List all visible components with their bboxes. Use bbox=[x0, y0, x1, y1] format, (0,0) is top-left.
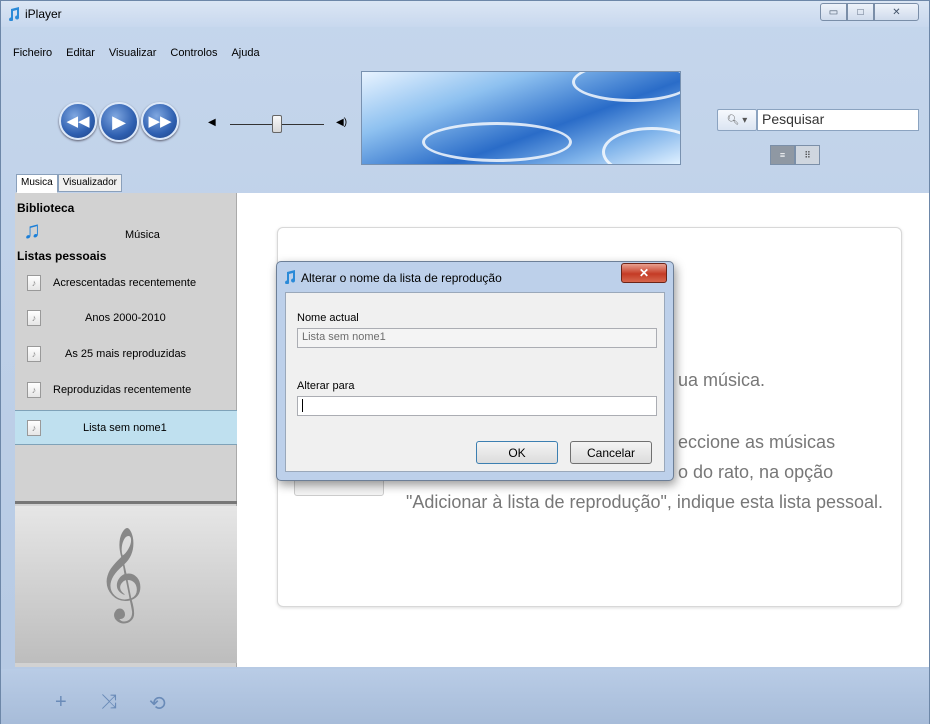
previous-button[interactable]: ◀◀ bbox=[59, 102, 97, 140]
dialog-close-button[interactable]: ✕ bbox=[621, 263, 667, 283]
search-icon: 🔍︎ ▾ bbox=[726, 114, 748, 126]
hint-line-4: "Adicionar à lista de reprodução", indiq… bbox=[406, 492, 884, 512]
play-button[interactable]: ▶ bbox=[99, 102, 139, 142]
maximize-icon: □ bbox=[857, 6, 864, 18]
playlist-label: Reproduzidas recentemente bbox=[53, 384, 192, 396]
music-note-icon: ♫ bbox=[23, 217, 41, 244]
menu-editar[interactable]: Editar bbox=[66, 47, 95, 59]
volume-slider-thumb[interactable] bbox=[272, 115, 282, 133]
playlist-item[interactable]: ♪ Anos 2000-2010 bbox=[15, 301, 237, 336]
volume-high-icon: ◀) bbox=[336, 117, 348, 128]
hint-line-3: o do rato, na opção bbox=[678, 462, 834, 482]
volume-low-icon: ◀ bbox=[208, 117, 216, 128]
menu-visualizar[interactable]: Visualizar bbox=[109, 47, 157, 59]
playlist-icon: ♪ bbox=[27, 346, 41, 362]
tab-strip: Musica Visualizador bbox=[16, 174, 122, 193]
dialog-title: Alterar o nome da lista de reprodução bbox=[301, 271, 502, 285]
playlist-item-selected[interactable]: ♪ Lista sem nome1 bbox=[15, 410, 237, 445]
playlist-item[interactable]: ♪ Reproduzidas recentemente bbox=[15, 373, 237, 408]
hint-line-2: eccione as músicas bbox=[678, 432, 836, 452]
rewind-icon: ◀◀ bbox=[66, 113, 90, 130]
playlist-label: Anos 2000-2010 bbox=[85, 312, 166, 324]
list-icon: ≡ bbox=[779, 150, 786, 160]
playlist-label: Acrescentadas recentemente bbox=[53, 277, 197, 289]
minimize-icon: ▭ bbox=[828, 6, 839, 18]
search-box: 🔍︎ ▾ Pesquisar bbox=[717, 109, 919, 131]
close-icon: ✕ bbox=[638, 266, 650, 280]
new-name-label: Alterar para bbox=[297, 380, 355, 392]
close-icon: ✕ bbox=[892, 6, 901, 18]
add-icon[interactable]: + bbox=[55, 691, 67, 714]
playlist-icon: ♪ bbox=[27, 382, 41, 398]
search-options-button[interactable]: 🔍︎ ▾ bbox=[717, 109, 757, 131]
playlist-icon: ♪ bbox=[27, 275, 41, 291]
search-input[interactable]: Pesquisar bbox=[757, 109, 919, 131]
next-button[interactable]: ▶▶ bbox=[141, 102, 179, 140]
fast-forward-icon: ▶▶ bbox=[148, 113, 172, 130]
playlist-icon: ♪ bbox=[27, 420, 41, 436]
grid-view-button[interactable]: ⠿ bbox=[795, 145, 820, 165]
bottom-toolbar: + ⤨ ⟲ bbox=[1, 669, 929, 724]
current-name-label: Nome actual bbox=[297, 312, 359, 324]
clef-panel: 𝄞 bbox=[15, 506, 237, 663]
visualizer-banner bbox=[361, 71, 681, 165]
view-toggle: ≡ ⠿ bbox=[770, 145, 820, 165]
list-view-button[interactable]: ≡ bbox=[770, 145, 795, 165]
library-header: Biblioteca bbox=[17, 201, 75, 215]
rename-playlist-dialog: Alterar o nome da lista de reprodução ✕ … bbox=[276, 261, 674, 481]
playlists-header: Listas pessoais bbox=[17, 249, 107, 263]
sidebar-divider bbox=[15, 501, 237, 504]
close-button[interactable]: ✕ bbox=[874, 3, 919, 21]
maximize-button[interactable]: □ bbox=[847, 3, 874, 21]
volume-control: ◀ ◀) bbox=[208, 113, 348, 133]
tab-musica[interactable]: Musica bbox=[16, 174, 58, 193]
music-note-icon bbox=[9, 7, 20, 21]
disc-graphic bbox=[602, 127, 680, 164]
playlist-item[interactable]: ♪ Acrescentadas recentemente bbox=[15, 266, 237, 301]
menu-controlos[interactable]: Controlos bbox=[170, 47, 217, 59]
sidebar-item-musica[interactable]: ♫ Música bbox=[15, 217, 237, 247]
new-name-input[interactable] bbox=[297, 396, 657, 416]
sidebar-item-label: Música bbox=[125, 229, 160, 241]
menu-ajuda[interactable]: Ajuda bbox=[231, 47, 259, 59]
music-note-icon bbox=[285, 270, 296, 284]
shuffle-icon[interactable]: ⤨ bbox=[101, 691, 117, 714]
window-title: iPlayer bbox=[25, 7, 62, 21]
hint-line-1: ua música. bbox=[678, 370, 766, 390]
playlist-icon: ♪ bbox=[27, 310, 41, 326]
ok-button[interactable]: OK bbox=[476, 441, 558, 464]
cancel-button[interactable]: Cancelar bbox=[570, 441, 652, 464]
minimize-button[interactable]: ▭ bbox=[820, 3, 847, 21]
playlist-label: As 25 mais reproduzidas bbox=[65, 348, 187, 360]
menu-bar: Ficheiro Editar Visualizar Controlos Aju… bbox=[13, 47, 260, 59]
disc-graphic bbox=[572, 72, 680, 102]
playlist-item[interactable]: ♪ As 25 mais reproduzidas bbox=[15, 337, 237, 372]
grid-icon: ⠿ bbox=[804, 149, 811, 160]
disc-graphic bbox=[422, 122, 572, 162]
treble-clef-icon: 𝄞 bbox=[97, 526, 145, 619]
playlist-label: Lista sem nome1 bbox=[83, 422, 167, 434]
dialog-body: Nome actual Lista sem nome1 Alterar para… bbox=[285, 292, 665, 472]
menu-ficheiro[interactable]: Ficheiro bbox=[13, 47, 52, 59]
text-caret bbox=[302, 399, 303, 412]
title-bar[interactable]: iPlayer ▭ □ ✕ bbox=[1, 1, 929, 27]
repeat-icon[interactable]: ⟲ bbox=[149, 691, 166, 716]
play-icon: ▶ bbox=[112, 111, 126, 132]
tab-visualizador[interactable]: Visualizador bbox=[57, 174, 122, 192]
transport-controls: ◀◀ ▶ ▶▶ bbox=[59, 102, 181, 142]
current-name-field: Lista sem nome1 bbox=[297, 328, 657, 348]
